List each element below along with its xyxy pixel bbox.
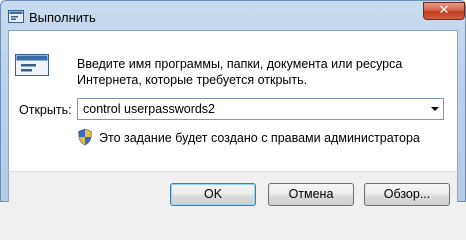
run-program-icon [15, 54, 49, 76]
open-label: Открыть: [19, 103, 72, 117]
browse-button[interactable]: Обзор... [364, 183, 450, 206]
chevron-down-icon[interactable] [431, 107, 439, 111]
cancel-button[interactable]: Отмена [268, 183, 354, 206]
open-input[interactable]: control userpasswords2 [83, 102, 215, 116]
description-line-2: Интернета, которые требуется открыть. [77, 73, 308, 87]
admin-note: Это задание будет создано с правами адми… [99, 131, 420, 145]
run-icon [8, 10, 24, 23]
uac-shield-icon [78, 128, 92, 146]
description-line-1: Введите имя программы, папки, документа … [77, 57, 403, 71]
dialog-description: Введите имя программы, папки, документа … [77, 56, 457, 88]
open-combobox[interactable]: control userpasswords2 [77, 98, 444, 120]
title-bar[interactable]: Выполнить ✕ [1, 1, 466, 31]
window-title: Выполнить [29, 10, 96, 25]
close-button[interactable]: ✕ [423, 2, 465, 20]
ok-button[interactable]: OK [170, 183, 256, 206]
